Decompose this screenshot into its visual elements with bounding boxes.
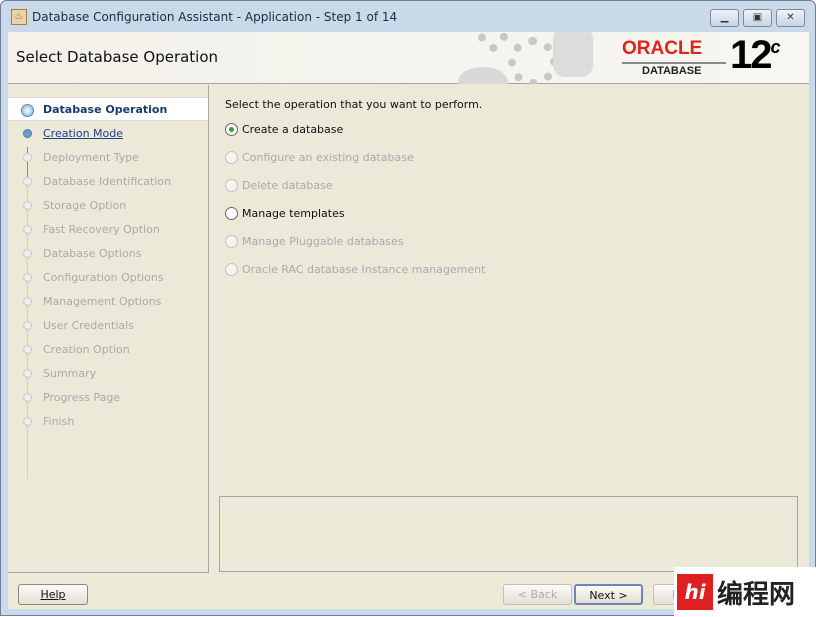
- step-label: Configuration Options: [43, 270, 164, 284]
- next-button[interactable]: Next >: [574, 584, 643, 605]
- sidebar-step-management-options: Management Options: [8, 289, 208, 313]
- option-configure-an-existing-database: Configure an existing database: [225, 151, 414, 164]
- step-indicator-icon: [23, 297, 32, 306]
- radio-button: [225, 263, 238, 276]
- radio-button: [225, 179, 238, 192]
- window-title: Database Configuration Assistant - Appli…: [32, 10, 398, 24]
- java-app-icon: ♨: [11, 9, 27, 25]
- step-indicator-icon: [23, 153, 32, 162]
- gears-graphic: [458, 32, 608, 84]
- step-label: Storage Option: [43, 198, 127, 212]
- step-indicator-icon: [23, 177, 32, 186]
- step-indicator-icon: [23, 201, 32, 210]
- watermark-text: 编程网: [717, 579, 796, 610]
- sidebar-step-summary: Summary: [8, 361, 208, 385]
- step-indicator-icon: [23, 129, 32, 138]
- sidebar-step-database-options: Database Options: [8, 241, 208, 265]
- step-label: Progress Page: [43, 390, 121, 404]
- radio-button[interactable]: [225, 207, 238, 220]
- step-indicator-icon: [23, 273, 32, 282]
- option-delete-database: Delete database: [225, 179, 333, 192]
- close-button[interactable]: ✕: [776, 9, 805, 27]
- step-indicator-icon: [23, 225, 32, 234]
- option-create-a-database[interactable]: Create a database: [225, 123, 343, 136]
- step-indicator-icon: [23, 345, 32, 354]
- back-button[interactable]: < Back: [503, 584, 572, 605]
- sidebar-step-fast-recovery-option: Fast Recovery Option: [8, 217, 208, 241]
- step-indicator-icon: [23, 321, 32, 330]
- option-oracle-rac-database-instance-management: Oracle RAC database Instance management: [225, 263, 485, 276]
- sidebar-step-progress-page: Progress Page: [8, 385, 208, 409]
- step-label: User Credentials: [43, 318, 134, 332]
- message-area: [219, 496, 798, 572]
- step-indicator-icon: [23, 249, 32, 258]
- step-label: Database Identification: [43, 174, 172, 188]
- sidebar-step-database-operation[interactable]: Database Operation: [8, 97, 208, 121]
- step-label: Creation Option: [43, 342, 130, 356]
- sidebar-step-finish: Finish: [8, 409, 208, 433]
- sidebar-step-user-credentials: User Credentials: [8, 313, 208, 337]
- instruction-text: Select the operation that you want to pe…: [225, 98, 483, 111]
- option-label: Create a database: [242, 123, 344, 136]
- watermark-logo: hi 编程网: [674, 567, 816, 617]
- oracle-version: 12c: [730, 33, 781, 77]
- option-label: Manage templates: [242, 207, 345, 220]
- step-indicator-icon: [23, 417, 32, 426]
- option-manage-templates[interactable]: Manage templates: [225, 207, 345, 220]
- step-indicator-icon: [23, 369, 32, 378]
- minimize-button[interactable]: ▁: [710, 9, 739, 27]
- radio-button: [225, 235, 238, 248]
- sidebar-step-configuration-options: Configuration Options: [8, 265, 208, 289]
- title-bar: ♨ Database Configuration Assistant - App…: [1, 1, 815, 33]
- radio-button[interactable]: [225, 123, 238, 136]
- option-label: Delete database: [242, 179, 333, 192]
- steps-sidebar: Database Operation Creation Mode Deploymen…: [8, 85, 209, 573]
- radio-button: [225, 151, 238, 164]
- step-label: Finish: [43, 414, 75, 428]
- sidebar-step-creation-option: Creation Option: [8, 337, 208, 361]
- option-manage-pluggable-databases: Manage Pluggable databases: [225, 235, 404, 248]
- sidebar-step-storage-option: Storage Option: [8, 193, 208, 217]
- step-label: Database Operation: [43, 102, 168, 116]
- page-title: Select Database Operation: [16, 48, 219, 66]
- step-label: Database Options: [43, 246, 142, 260]
- sidebar-step-deployment-type: Deployment Type: [8, 145, 208, 169]
- help-button[interactable]: Help: [18, 584, 88, 605]
- page-header: Select Database Operation ORACLE DATABAS…: [8, 32, 809, 84]
- oracle-logo: ORACLE: [622, 38, 703, 59]
- maximize-button[interactable]: ▣: [743, 9, 772, 27]
- sidebar-step-database-identification: Database Identification: [8, 169, 208, 193]
- oracle-logo-product: DATABASE: [642, 65, 702, 77]
- step-label: Management Options: [43, 294, 162, 308]
- sidebar-step-creation-mode[interactable]: Creation Mode: [8, 121, 208, 145]
- step-indicator-icon: [21, 104, 34, 117]
- option-label: Configure an existing database: [242, 151, 414, 164]
- dbca-window: ♨ Database Configuration Assistant - App…: [0, 0, 816, 617]
- watermark-badge: hi: [677, 574, 713, 610]
- step-label: Creation Mode: [43, 126, 124, 140]
- option-label: Oracle RAC database Instance management: [242, 263, 486, 276]
- step-label: Deployment Type: [43, 150, 140, 164]
- step-label: Summary: [43, 366, 97, 380]
- client-area: Select Database Operation ORACLE DATABAS…: [8, 32, 809, 609]
- option-label: Manage Pluggable databases: [242, 235, 404, 248]
- step-indicator-icon: [23, 393, 32, 402]
- step-label: Fast Recovery Option: [43, 222, 160, 236]
